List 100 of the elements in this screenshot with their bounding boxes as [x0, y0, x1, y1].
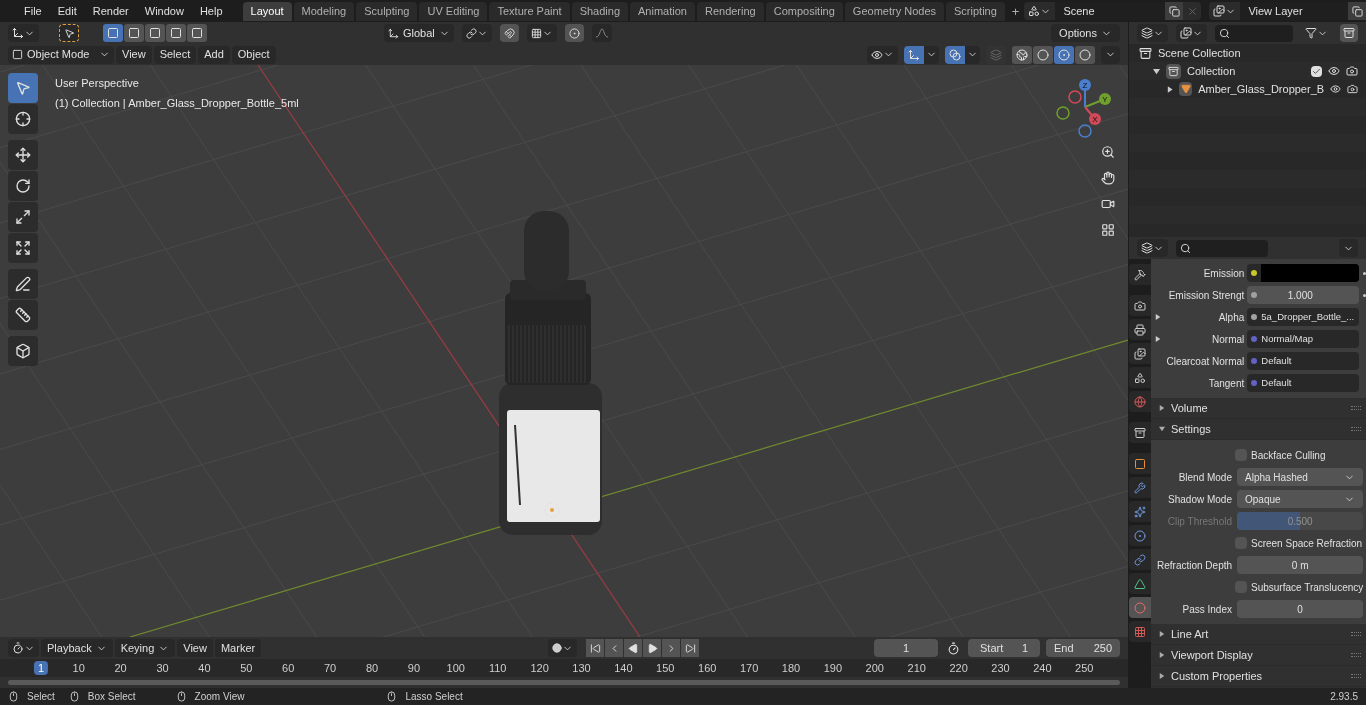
workspace-tab[interactable]: UV Editing — [419, 1, 488, 21]
panel-header[interactable]: Line Art — [1151, 624, 1366, 645]
tool-button[interactable] — [8, 300, 38, 330]
eye-icon[interactable] — [1328, 65, 1340, 77]
filter-view-dropdown[interactable] — [1176, 24, 1207, 42]
socket-link-field[interactable]: 5a_Dropper_Bottle_... — [1247, 308, 1360, 326]
viewport-menu[interactable]: View — [116, 45, 152, 64]
panel-header[interactable]: Volume — [1151, 398, 1366, 419]
gizmo-toggle[interactable] — [904, 45, 924, 64]
playback-button[interactable] — [643, 639, 662, 657]
properties-search-field[interactable] — [1176, 239, 1268, 257]
dropdown[interactable]: Alpha Hashed — [1237, 468, 1364, 486]
tool-button[interactable] — [8, 336, 38, 366]
playback-button[interactable] — [586, 639, 605, 657]
end-frame-field[interactable]: End 250 — [1046, 639, 1120, 657]
number-field[interactable]: 0 — [1237, 600, 1364, 618]
start-frame-field[interactable]: Start 1 — [968, 639, 1040, 657]
timeline-menu[interactable]: View — [177, 639, 213, 657]
select-mode-button[interactable] — [166, 24, 186, 42]
editor-type-button[interactable] — [8, 639, 39, 657]
record-button[interactable] — [548, 639, 578, 657]
timeline-menu[interactable]: Playback — [41, 639, 113, 657]
panel-header[interactable]: Settings — [1151, 419, 1366, 440]
workspace-tab[interactable]: Modeling — [293, 1, 355, 21]
workspace-tab[interactable]: Sculpting — [356, 1, 418, 21]
workspace-tab[interactable]: Rendering — [696, 1, 764, 21]
viewport-menu[interactable]: Add — [198, 45, 230, 64]
shading-mode-button[interactable] — [1054, 45, 1074, 64]
copy-button[interactable] — [1165, 2, 1184, 20]
properties-tab[interactable] — [1129, 295, 1151, 316]
workspace-tab[interactable]: Texture Paint — [489, 1, 570, 21]
shading-mode-button[interactable] — [1012, 45, 1032, 64]
properties-tab[interactable] — [1129, 343, 1151, 364]
scene-selector[interactable] — [1024, 2, 1056, 20]
add-workspace-button[interactable]: + — [1006, 1, 1025, 21]
workspace-tab[interactable]: Layout — [242, 1, 292, 21]
expand-arrow-icon[interactable] — [1155, 314, 1161, 320]
snap-target-dropdown[interactable] — [527, 24, 557, 42]
menu-item[interactable]: Window — [136, 2, 192, 20]
overlay-toggle[interactable] — [945, 45, 965, 64]
drag-handle-icon[interactable] — [1351, 674, 1362, 678]
panel-header[interactable]: Viewport Display — [1151, 645, 1366, 666]
tool-button[interactable] — [8, 171, 38, 201]
menu-item[interactable]: File — [16, 2, 50, 20]
properties-tab[interactable] — [1129, 264, 1151, 285]
eye-icon[interactable] — [1330, 83, 1342, 95]
expand-arrow-icon[interactable] — [1153, 67, 1160, 75]
snap-button[interactable] — [500, 24, 519, 42]
tool-button[interactable] — [8, 269, 38, 299]
timeline-menu[interactable]: Marker — [214, 639, 262, 657]
options-dropdown[interactable]: Options — [1051, 24, 1120, 42]
menu-item[interactable]: Render — [84, 2, 137, 20]
copy-button[interactable] — [1348, 2, 1366, 20]
falloff-dropdown[interactable] — [592, 24, 612, 42]
workspace-tab[interactable]: Geometry Nodes — [844, 1, 944, 21]
camera-icon[interactable] — [1346, 65, 1358, 77]
properties-tab[interactable] — [1129, 367, 1151, 388]
select-mode-button[interactable] — [187, 24, 207, 42]
tool-button[interactable] — [8, 202, 38, 232]
select-mode-button[interactable] — [103, 24, 123, 42]
socket-link-field[interactable]: Normal/Map — [1247, 330, 1360, 348]
drag-handle-icon[interactable] — [1351, 653, 1362, 657]
select-mode-button[interactable] — [145, 24, 165, 42]
properties-tab[interactable] — [1129, 453, 1151, 474]
horizontal-scrollbar[interactable] — [8, 680, 1120, 685]
socket-link-field[interactable]: Default — [1247, 352, 1360, 370]
new-collection-button[interactable] — [1340, 24, 1358, 42]
navigation-gizmo[interactable]: Y X Z — [1053, 75, 1117, 139]
drag-handle-icon[interactable] — [1351, 632, 1362, 636]
proportional-edit-button[interactable] — [565, 24, 584, 42]
dropdown[interactable]: Opaque — [1237, 490, 1364, 508]
playback-button[interactable] — [681, 639, 700, 657]
number-field[interactable]: 0 m — [1237, 556, 1364, 574]
transform-orientation-dropdown[interactable]: Global — [384, 24, 454, 42]
workspace-tab[interactable]: Animation — [630, 1, 695, 21]
tool-button[interactable] — [8, 104, 38, 134]
panel-header[interactable]: Custom Properties — [1151, 666, 1366, 687]
viewport-menu[interactable]: Select — [153, 45, 197, 64]
pivot-dropdown[interactable] — [462, 24, 492, 42]
socket-link-field[interactable]: Default — [1247, 374, 1360, 392]
display-mode-dropdown[interactable] — [1137, 24, 1168, 42]
exclude-checkbox[interactable] — [1311, 65, 1322, 77]
timeline-menu[interactable]: Keying — [114, 639, 176, 657]
menu-item[interactable]: Help — [191, 2, 231, 20]
number-field[interactable]: 1.000 — [1247, 286, 1360, 304]
menu-item[interactable]: Edit — [49, 2, 85, 20]
active-tool-button[interactable] — [59, 24, 79, 42]
tool-button[interactable] — [8, 233, 38, 263]
shading-mode-button[interactable] — [1033, 45, 1053, 64]
properties-tab[interactable] — [1129, 319, 1151, 340]
editor-type-button[interactable] — [1137, 239, 1168, 257]
editor-type-button[interactable] — [8, 24, 39, 42]
playback-button[interactable] — [624, 639, 643, 657]
mode-dropdown[interactable]: Object Mode — [8, 45, 114, 64]
shading-mode-button[interactable] — [1075, 45, 1095, 64]
select-mode-button[interactable] — [124, 24, 144, 42]
workspace-tab[interactable]: Shading — [571, 1, 629, 21]
visibility-dropdown[interactable] — [867, 45, 898, 64]
expand-arrow-icon[interactable] — [1155, 336, 1161, 342]
outliner-search-field[interactable] — [1215, 24, 1293, 42]
